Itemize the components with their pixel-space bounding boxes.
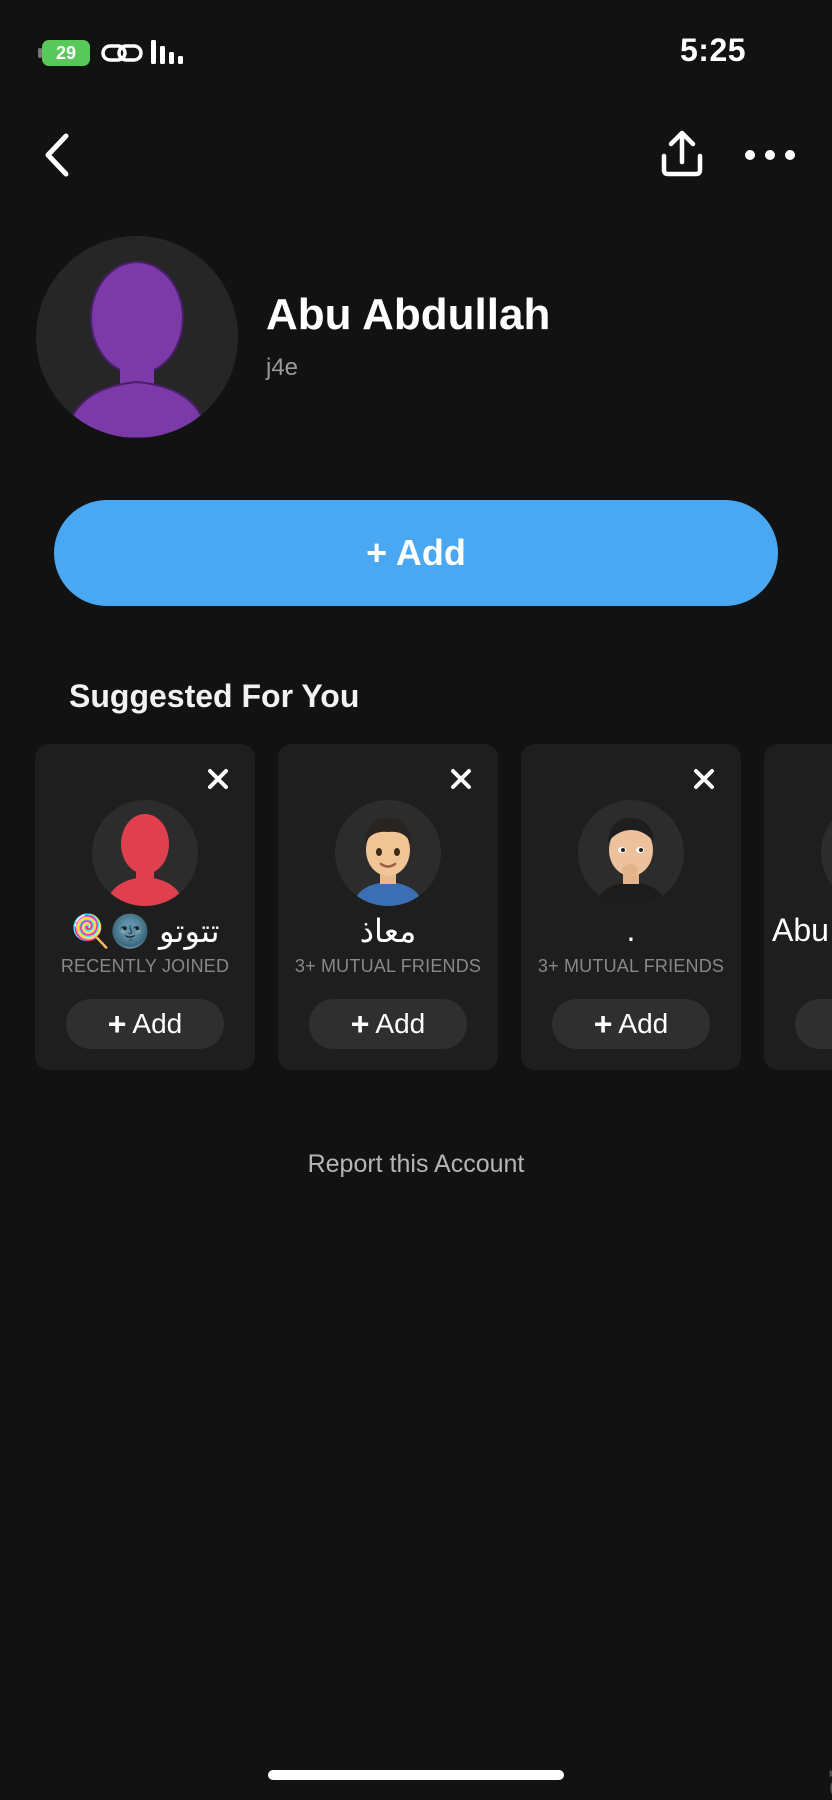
share-icon[interactable] — [656, 128, 708, 180]
signal-icon — [151, 40, 183, 64]
close-icon[interactable] — [205, 766, 231, 792]
profile-avatar[interactable] — [36, 236, 238, 438]
suggestion-name: Abu — [772, 912, 829, 948]
haraj-watermark-logo: حراج — [826, 1746, 832, 1800]
link-icon — [101, 44, 143, 62]
battery-level: 29 — [55, 42, 77, 63]
suggestion-add-button[interactable]: + Add — [552, 999, 710, 1049]
bitmoji-avatar-icon — [596, 818, 666, 906]
plus-icon: + — [593, 1005, 613, 1042]
bitmoji-avatar-icon — [353, 818, 423, 906]
suggestion-avatar[interactable] — [821, 800, 832, 906]
suggestion-name: . — [626, 912, 636, 948]
plus-icon: + — [107, 1005, 127, 1042]
profile-username: j4e — [266, 354, 299, 381]
back-icon[interactable] — [38, 130, 78, 180]
add-friend-label: + Add — [366, 532, 466, 573]
suggestion-name: معاذ — [359, 913, 417, 949]
suggestion-avatar[interactable] — [578, 800, 684, 906]
profile-display-name: Abu Abdullah — [266, 290, 551, 339]
suggestion-add-button[interactable]: + Add — [66, 999, 224, 1049]
report-account-link[interactable]: Report this Account — [0, 1150, 832, 1179]
suggestion-add-label: Add — [132, 1008, 183, 1039]
suggestion-card[interactable]: معاذ 3+ MUTUAL FRIENDS + Add — [278, 744, 498, 1070]
svg-text:حراج: حراج — [826, 1746, 832, 1800]
more-options-icon[interactable] — [742, 140, 798, 170]
close-icon[interactable] — [691, 766, 717, 792]
suggestion-subtitle: RECENTLY JOINED — [60, 956, 230, 976]
suggestion-avatar[interactable] — [92, 800, 198, 906]
plus-icon: + — [350, 1005, 370, 1042]
suggestion-add-label: Add — [375, 1008, 426, 1039]
add-friend-button[interactable]: + Add — [54, 500, 778, 606]
suggestion-add-button[interactable] — [795, 999, 832, 1049]
suggestion-card[interactable]: Abu — [764, 744, 832, 1070]
status-time: 5:25 — [680, 32, 747, 68]
suggestion-card[interactable]: 🍭🌚 تتوتو RECENTLY JOINED + Add — [35, 744, 255, 1070]
battery-icon: 29 — [42, 40, 90, 66]
bitmoji-silhouette-icon — [106, 814, 184, 906]
suggestion-card[interactable]: . 3+ MUTUAL FRIENDS + Add — [521, 744, 741, 1070]
suggestion-subtitle: 3+ MUTUAL FRIENDS — [294, 956, 482, 976]
suggestion-add-label: Add — [618, 1008, 669, 1039]
suggestion-avatar[interactable] — [335, 800, 441, 906]
home-indicator[interactable] — [268, 1770, 564, 1780]
close-icon[interactable] — [448, 766, 474, 792]
suggestion-add-button[interactable]: + Add — [309, 999, 467, 1049]
suggestion-subtitle: 3+ MUTUAL FRIENDS — [537, 956, 725, 976]
suggested-section-title: Suggested For You — [69, 678, 360, 714]
bitmoji-silhouette-icon — [64, 261, 210, 438]
suggestion-name: 🍭🌚 تتوتو — [70, 913, 220, 949]
